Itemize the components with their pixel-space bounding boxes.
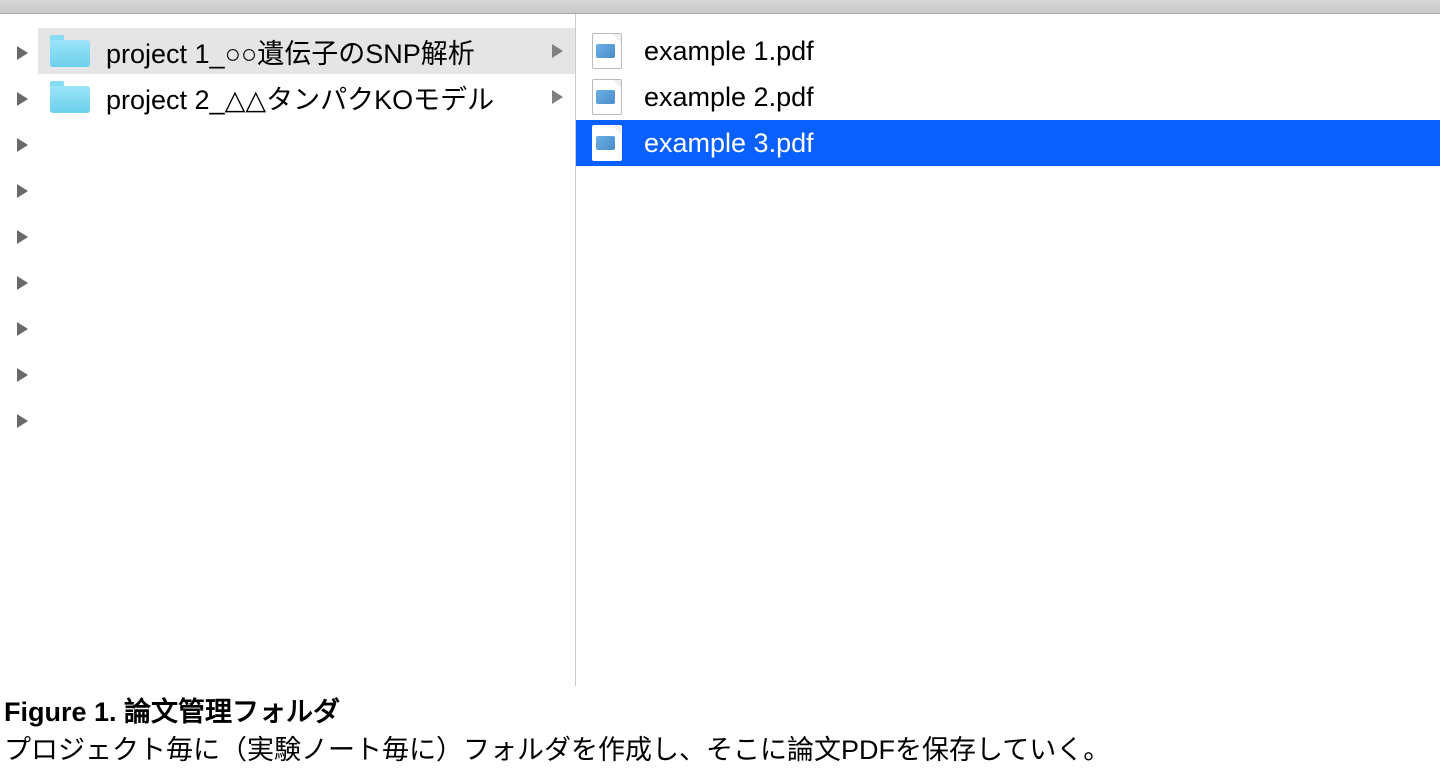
file-name-label: example 2.pdf	[644, 82, 814, 113]
folder-row-project-2[interactable]: project 2_△△タンパクKOモデル	[38, 74, 575, 120]
pdf-file-icon	[592, 33, 622, 69]
disclosure-chevron[interactable]	[0, 306, 38, 352]
folder-icon	[50, 81, 90, 113]
pdf-file-icon	[592, 79, 622, 115]
file-name-label: example 1.pdf	[644, 36, 814, 67]
pdf-file-icon	[592, 125, 622, 161]
disclosure-chevron[interactable]	[0, 260, 38, 306]
file-name-label: example 3.pdf	[644, 128, 814, 159]
folder-icon	[50, 35, 90, 67]
chevron-right-icon	[17, 138, 28, 152]
file-row-example-2[interactable]: example 2.pdf	[576, 74, 1440, 120]
file-column: example 1.pdf example 2.pdf example 3.pd…	[576, 14, 1440, 686]
sidebar-disclosure-column	[0, 14, 38, 686]
chevron-right-icon	[17, 92, 28, 106]
chevron-right-icon	[17, 276, 28, 290]
disclosure-chevron[interactable]	[0, 30, 38, 76]
folder-name-label: project 1_○○遺伝子のSNP解析	[106, 32, 542, 71]
file-row-example-3[interactable]: example 3.pdf	[576, 120, 1440, 166]
chevron-right-icon	[17, 414, 28, 428]
finder-column-view: project 1_○○遺伝子のSNP解析 project 2_△△タンパクKO…	[0, 14, 1440, 686]
chevron-right-icon	[17, 230, 28, 244]
chevron-right-icon	[552, 90, 563, 104]
caption-title: Figure 1. 論文管理フォルダ	[4, 694, 1436, 732]
folder-row-project-1[interactable]: project 1_○○遺伝子のSNP解析	[38, 28, 575, 74]
caption-body: プロジェクト毎に（実験ノート毎に）フォルダを作成し、そこに論文PDFを保存してい…	[4, 732, 1436, 770]
disclosure-chevron[interactable]	[0, 76, 38, 122]
folder-column: project 1_○○遺伝子のSNP解析 project 2_△△タンパクKO…	[38, 14, 576, 686]
folder-name-label: project 2_△△タンパクKOモデル	[106, 78, 542, 117]
file-row-example-1[interactable]: example 1.pdf	[576, 28, 1440, 74]
disclosure-chevron[interactable]	[0, 168, 38, 214]
chevron-right-icon	[17, 184, 28, 198]
figure-caption: Figure 1. 論文管理フォルダ プロジェクト毎に（実験ノート毎に）フォルダ…	[0, 686, 1440, 770]
disclosure-chevron[interactable]	[0, 122, 38, 168]
chevron-right-icon	[17, 46, 28, 60]
window-toolbar	[0, 0, 1440, 14]
disclosure-chevron[interactable]	[0, 398, 38, 444]
disclosure-chevron[interactable]	[0, 352, 38, 398]
chevron-right-icon	[17, 368, 28, 382]
chevron-right-icon	[17, 322, 28, 336]
disclosure-chevron[interactable]	[0, 214, 38, 260]
chevron-right-icon	[552, 44, 563, 58]
